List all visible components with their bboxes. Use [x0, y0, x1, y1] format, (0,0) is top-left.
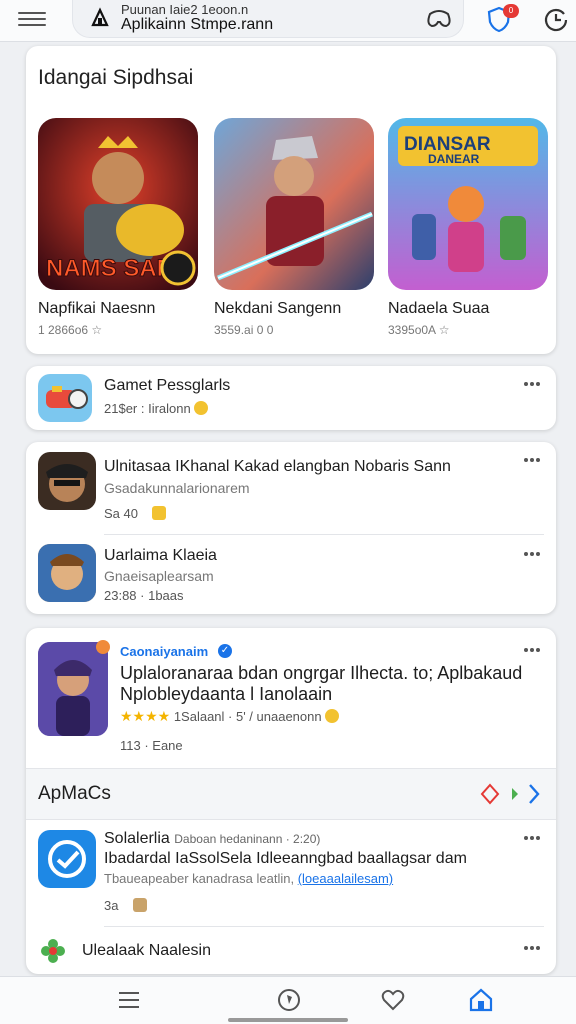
svg-text:DANEAR: DANEAR [428, 152, 480, 166]
app-icon [38, 830, 96, 888]
featured-game-1-name: Napfikai Naesnn [38, 300, 156, 317]
badge-icon [132, 898, 147, 912]
list-item-subtitle: Tbaueapeaber kanadrasa leatlin, (loeaaal… [104, 871, 394, 886]
list-item-subtitle: Gsadakunnalarionarem [104, 480, 250, 496]
list-item-title: Solalerlia Daboan hedaninann · 2:20) [104, 830, 321, 847]
heart-icon[interactable] [380, 987, 406, 1013]
divider [104, 926, 544, 927]
list-item-meta: 3a [104, 898, 147, 913]
search-caption: Puunan Iaie2 1eoon.n [121, 2, 249, 17]
promo-title-line2: Nplobleydaanta l Ianolaain [120, 684, 333, 704]
featured-game-2-name: Nekdani Sangenn [214, 300, 342, 317]
smiley-icon [325, 709, 340, 723]
compass-icon[interactable] [276, 987, 302, 1013]
featured-game-3-name: Nadaela Suaa [388, 300, 490, 317]
smiley-icon [194, 401, 209, 415]
featured-game-3-thumbnail[interactable]: DIANSAR DANEAR [388, 118, 548, 290]
app-icon [38, 452, 96, 510]
search-query: Aplikainn Stmpe.rann [121, 16, 274, 33]
featured-game-1-meta: 1 2866o6 ☆ [38, 323, 103, 337]
featured-game-3-meta: 3395o0A ☆ [388, 323, 450, 337]
apmacs-title: ApMaCs [38, 783, 111, 804]
list-item-description: Ibadardal IaSsolSela Idleeanngbad baalla… [104, 850, 467, 867]
featured-game-2-meta: 3559.ai 0 0 [214, 323, 274, 337]
verified-icon: ✓ [218, 644, 232, 658]
badge-icon [152, 506, 167, 520]
developer-name[interactable]: Caonaiyanaim [120, 644, 208, 659]
divider [104, 534, 544, 535]
promo-card: Caonaiyanaim ✓ Uplaloranaraa bdan ongrga… [26, 628, 556, 974]
promo-title: Uplaloranaraa bdan ongrgar Ilhecta. to; … [120, 663, 523, 683]
search-bar[interactable]: Puunan Iaie2 1eoon.n Aplikainn Stmpe.ran… [72, 0, 464, 38]
promo-meta: 113 · Eane [120, 738, 183, 753]
section-title: Idangai Sipdhsai [38, 66, 194, 89]
featured-card: Idangai Sipdhsai NAMS SAME Napfikai Naes… [26, 46, 556, 354]
more-options-icon[interactable] [524, 648, 546, 658]
badge-icon [96, 640, 110, 654]
featured-game-1-thumbnail[interactable]: NAMS SAME [38, 118, 198, 290]
app-title: Gamet Pessglarls [104, 377, 231, 394]
flower-icon [41, 939, 65, 963]
gamepad-icon[interactable] [424, 4, 454, 34]
app-card[interactable]: Gamet Pessglarls 21$er : Iiralonn [26, 366, 556, 430]
list-item-title: Ulnitasaa IKhanal Kakad elangban Nobaris… [104, 458, 451, 475]
details-link[interactable]: (loeaaalailesam) [298, 871, 393, 886]
more-options-icon[interactable] [524, 382, 546, 392]
home-search-icon [91, 7, 109, 27]
bottom-navigation [0, 976, 576, 1024]
list-item-title: Uarlaima Klaeia [104, 547, 217, 564]
list-item-meta: 23:88 · 1baas [104, 588, 184, 603]
list-item-title: Ulealaak Naalesin [82, 942, 211, 959]
app-meta: 21$er : Iiralonn [104, 401, 209, 416]
menu-icon[interactable] [18, 8, 46, 32]
more-options-icon[interactable] [524, 552, 546, 562]
app-icon [38, 374, 92, 422]
refresh-icon[interactable] [541, 4, 571, 34]
top-app-bar: Puunan Iaie2 1eoon.n Aplikainn Stmpe.ran… [0, 0, 576, 42]
promo-rating: ★★★★ 1Salaanl · 5' / unaaenonn [120, 708, 340, 725]
list-item-meta: Sa 40 [104, 506, 167, 521]
app-icon [38, 642, 108, 736]
nav-arrows-icon[interactable] [480, 781, 544, 807]
more-options-icon[interactable] [524, 458, 546, 468]
rating-stars: ★★★★ [120, 708, 171, 724]
notification-badge: 0 [503, 4, 519, 18]
more-options-icon[interactable] [524, 946, 546, 956]
list-item-subtitle: Gnaeisaplearsam [104, 568, 214, 584]
home-indicator[interactable] [228, 1018, 348, 1022]
app-icon [38, 544, 96, 602]
more-options-icon[interactable] [524, 836, 546, 846]
featured-game-2-thumbnail[interactable] [214, 118, 374, 290]
app-list-card: Ulnitasaa IKhanal Kakad elangban Nobaris… [26, 442, 556, 614]
list-icon[interactable] [116, 987, 142, 1013]
home-icon[interactable] [468, 987, 494, 1013]
